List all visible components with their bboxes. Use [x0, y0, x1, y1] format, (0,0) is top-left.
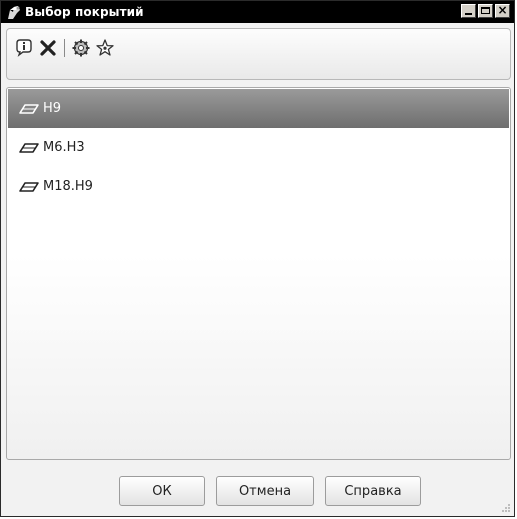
toolbar-buttons — [13, 36, 118, 60]
coating-icon — [19, 103, 39, 114]
close-icon: × — [497, 3, 508, 17]
coatings-list[interactable]: Н9 М6.Н3 М18.Н9 — [6, 87, 511, 460]
favorite-star-icon — [96, 39, 114, 56]
info-button[interactable] — [13, 37, 35, 59]
info-icon — [16, 39, 32, 57]
cancel-button[interactable]: Отмена — [216, 476, 314, 506]
coating-icon — [19, 142, 39, 153]
delete-button[interactable] — [37, 37, 59, 59]
minimize-button[interactable] — [461, 4, 476, 18]
list-item[interactable]: Н9 — [8, 89, 509, 128]
help-button[interactable]: Справка — [325, 476, 421, 506]
list-item-label: М6.Н3 — [43, 140, 85, 155]
list-item[interactable]: М18.Н9 — [8, 167, 509, 206]
settings-button[interactable] — [70, 37, 92, 59]
list-item[interactable]: М6.Н3 — [8, 128, 509, 167]
resize-grip-icon[interactable] — [501, 503, 511, 513]
favorite-button[interactable] — [94, 37, 116, 59]
maximize-button[interactable] — [478, 4, 493, 18]
coating-selection-dialog: Выбор покрытий × Н9 М6.Н3 М18.Н9 ОК Отме… — [0, 0, 515, 517]
toolbar-separator — [64, 39, 65, 57]
close-button[interactable]: × — [495, 3, 510, 18]
window-title: Выбор покрытий — [25, 5, 144, 19]
title-bar[interactable]: Выбор покрытий × — [1, 1, 514, 23]
toolbar — [6, 28, 511, 80]
window-controls: × — [459, 3, 510, 18]
coating-icon — [19, 181, 39, 192]
settings-icon — [72, 39, 90, 57]
delete-icon — [40, 40, 56, 56]
list-item-label: М18.Н9 — [43, 179, 93, 194]
ok-button[interactable]: ОК — [119, 476, 205, 506]
list-item-label: Н9 — [43, 101, 62, 116]
app-icon — [5, 3, 23, 21]
